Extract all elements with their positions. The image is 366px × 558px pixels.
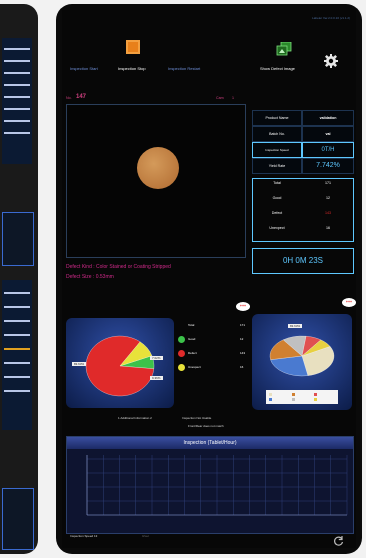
cam-value: 1 — [232, 96, 234, 100]
counts-table: Total 171 Good 12 Defect 143 Unexpect 16 — [252, 178, 354, 242]
pie-chart-right: 83.63% — [252, 314, 352, 410]
product-name-value-cell: validation — [302, 110, 354, 126]
inspection-restart-button[interactable]: Inspection Restart — [168, 66, 200, 71]
left-screen-panel — [2, 38, 32, 164]
unexpect-label: Unexpect — [269, 226, 285, 230]
inspection-speed-label-cell: Inspection Speed — [252, 142, 302, 158]
total-value: 171 — [325, 181, 331, 185]
yield-rate-value-cell: 7.742% — [302, 158, 354, 174]
cam-label: Cam — [216, 96, 224, 100]
unexpect-value: 16 — [326, 226, 330, 230]
inspection-line-chart: Inspection (Tablet/Hour) — [66, 436, 354, 534]
good-value: 12 — [326, 196, 330, 200]
legend-good-dot — [178, 336, 185, 343]
inspection-stop-button[interactable]: Inspection Stop — [118, 66, 146, 71]
expand-chart-badge-right[interactable]: +++ — [342, 298, 356, 307]
legend-total-label: Total — [188, 323, 195, 327]
tablet-sample-image — [137, 147, 179, 189]
defect-size-label: Defect Size : 0.53mm — [66, 274, 114, 280]
good-label: Good — [272, 196, 282, 200]
defect-label: Defect — [271, 211, 283, 215]
inspection-start-button[interactable]: Inspection Start — [70, 66, 98, 71]
pie-chart-left: 83.63% 7.02% 9.36% — [66, 318, 174, 408]
version-label: Labeler Ver.2.0.0.10 (v1.1.2) — [312, 16, 350, 20]
legend-unexpect-label: Unexpect — [188, 365, 201, 369]
stop-square-icon[interactable] — [126, 40, 140, 54]
number-value: 147 — [76, 94, 87, 100]
pie-left-legend: Total 171 Good 12 Defect 143 Unexpect 16 — [178, 320, 248, 376]
left-screen-box-2 — [2, 488, 34, 550]
number-label: No. — [66, 96, 72, 100]
pie-callout-unexpect: 9.36% — [150, 376, 163, 380]
legend-unexpect-dot — [178, 364, 185, 371]
inspection-speed-value-cell: 0T/H — [302, 142, 354, 158]
legend-good-value: 12 — [240, 337, 244, 341]
front-rear-mismatch-toggle[interactable]: Front/Rear does not match — [188, 424, 224, 428]
legend-defect-label: Defect — [188, 351, 197, 355]
images-icon[interactable] — [276, 41, 292, 56]
left-screen-panel-2 — [2, 280, 32, 430]
line-chart-title: Inspection (Tablet/Hour) — [67, 437, 353, 449]
pie-callout-good: 7.02% — [150, 356, 163, 360]
tablet-device: Labeler Ver.2.0.0.10 (v1.1.2) Inspection… — [56, 4, 362, 554]
left-device-edge — [0, 4, 38, 554]
refresh-icon[interactable] — [332, 534, 344, 546]
inspection-speed-status-value: 0/sec — [142, 534, 150, 538]
yield-rate-label-cell: Yield Rate — [252, 158, 302, 174]
inspection-not-usable-toggle[interactable]: Inspection Not Usable — [182, 416, 211, 420]
defect-value: 143 — [325, 211, 331, 215]
pie-right-legend — [266, 390, 338, 404]
inspection-image-panel — [66, 104, 246, 258]
total-label: Total — [273, 181, 281, 185]
app-screen: Labeler Ver.2.0.0.10 (v1.1.2) Inspection… — [62, 10, 356, 548]
defect-kind-label: Defect Kind : Color Stained or Coating S… — [66, 264, 171, 270]
expand-chart-badge-left[interactable]: +++ — [236, 302, 250, 311]
pie-callout-defect: 83.63% — [72, 362, 87, 366]
gear-icon[interactable] — [324, 54, 338, 68]
left-screen-box — [2, 212, 34, 266]
product-name-label-cell: Product Name — [252, 110, 302, 126]
pie-right-callout: 83.63% — [288, 324, 303, 328]
batch-value-cell: val — [302, 126, 354, 142]
legend-unexpect-value: 16 — [240, 365, 244, 369]
legend-total-value: 171 — [240, 323, 246, 327]
additional-info-link[interactable]: 1 Additional Information 2 — [118, 416, 152, 420]
legend-defect-value: 143 — [240, 351, 246, 355]
legend-defect-dot — [178, 350, 185, 357]
batch-label-cell: Batch No. — [252, 126, 302, 142]
elapsed-timer: 0H 0M 23S — [252, 248, 354, 274]
show-defect-image-button[interactable]: Show Defect Image — [260, 66, 295, 71]
legend-good-label: Good — [188, 337, 196, 341]
inspection-speed-status-label: Inspection Speed 13 — [70, 534, 98, 538]
